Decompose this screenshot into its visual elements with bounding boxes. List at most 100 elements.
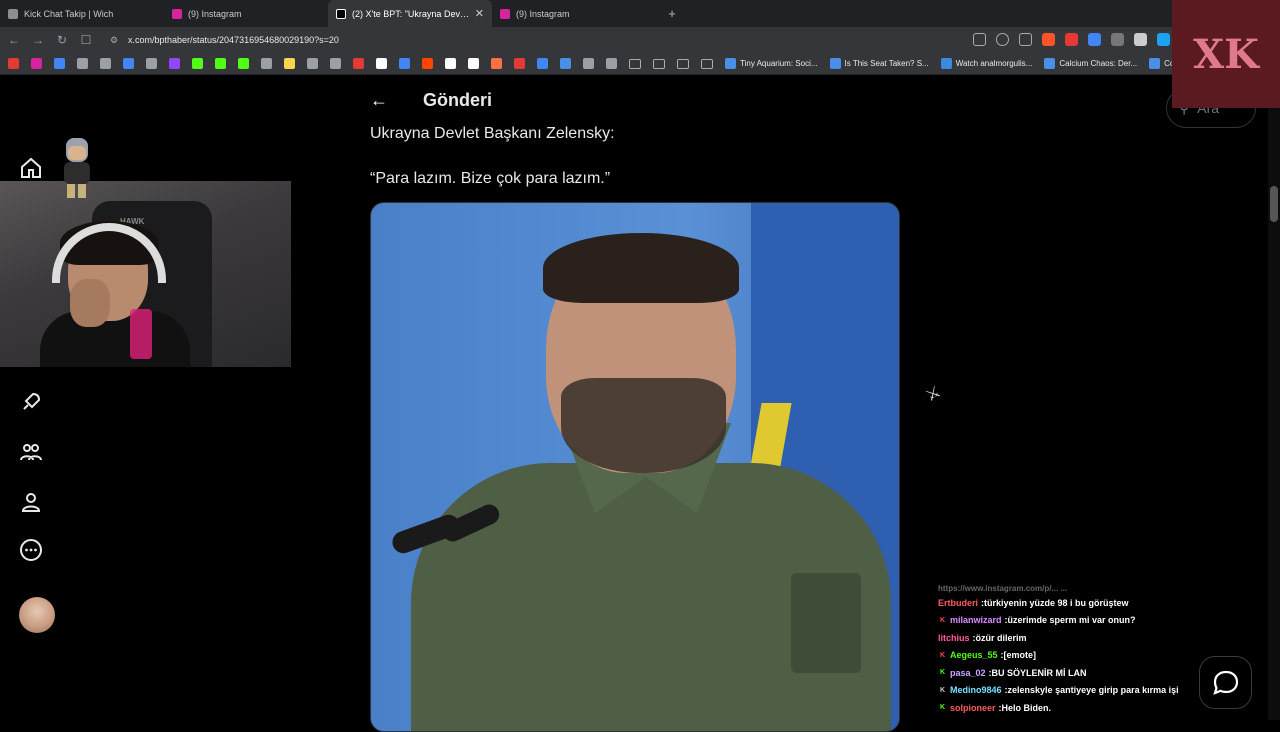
chat-username[interactable]: solpioneer [950,703,996,713]
bookmark-favicon-icon [829,58,841,69]
messages-button[interactable] [1199,656,1252,709]
streamer-webcam: HAWK [0,181,291,367]
bookmark-item[interactable]: Watch analmorgulis... [940,58,1032,69]
chat-username[interactable]: milanwizard [950,615,1002,625]
bookmark-favicon-icon[interactable] [215,58,226,69]
bookmark-item[interactable]: Calcium Chaos: Der... [1044,58,1137,69]
chat-badge-icon: K [939,616,946,624]
bookmark-favicon-icon[interactable] [422,58,433,69]
bookmark-favicon-icon[interactable] [261,58,272,69]
chat-badge-icon: K [939,669,946,677]
bookmark-favicon-icon[interactable] [238,58,249,69]
new-tab-button[interactable]: + [662,6,682,21]
bookmark-item[interactable]: Is This Seat Taken? S... [829,58,929,69]
rocket-icon[interactable] [19,390,43,414]
chat-message: Kmilanwizard: üzerimde sperm mi var onun… [938,612,1260,630]
bookmark-favicon-icon[interactable] [468,58,479,69]
bookmark-item[interactable]: Tiny Aquarium: Soci... [725,58,818,69]
brave-shield-icon[interactable] [1042,33,1055,46]
bookmark-favicon-icon[interactable] [100,58,111,69]
tab-label: (9) Instagram [516,8,570,19]
tab-close-icon[interactable]: ✕ [475,7,484,20]
bookmark-favicon-icon[interactable] [31,58,42,69]
shirt-pocket [791,573,861,673]
bookmark-favicon-icon[interactable] [376,58,387,69]
back-icon[interactable]: ← [4,33,24,47]
bookmark-favicon-icon[interactable] [399,58,410,69]
extension-icon[interactable] [1065,33,1078,46]
tab-favicon-icon [336,8,346,19]
chat-username[interactable]: Aegeus_55 [950,650,998,660]
forward-icon[interactable]: → [28,33,48,47]
chat-truncated-line: https://www.instagram.com/p/... ... [938,584,1068,593]
tab-label: (9) Instagram [188,8,242,19]
home-icon[interactable] [19,156,43,180]
chat-text: üzerimde sperm mi var onun? [1007,615,1136,626]
tab-favicon-icon [172,8,182,19]
bookmark-folder-icon[interactable] [629,58,641,69]
cast-icon[interactable] [973,33,986,46]
zoom-icon[interactable] [996,33,1009,46]
chat-text: türkiyenin yüzde 98 i bu görüştew [984,597,1129,608]
bookmark-folder-icon[interactable] [701,58,713,69]
chat-username[interactable]: Medino9846 [950,685,1002,695]
browser-tab[interactable]: (2) X'te BPT: "Ukrayna Devlet Baş ✕ [328,0,492,27]
post-photo[interactable] [370,202,900,732]
bookmark-favicon-icon[interactable] [8,58,19,69]
chat-badge-icon: K [939,686,946,694]
bookmark-icon[interactable]: ☐ [76,33,96,47]
tab-label: (2) X'te BPT: "Ukrayna Devlet Baş [352,8,471,19]
bookmark-favicon-icon[interactable] [284,58,295,69]
bookmark-favicon-icon[interactable] [514,58,525,69]
bookmark-favicon-icon[interactable] [77,58,88,69]
browser-tab[interactable]: Kick Chat Takip | Wich [0,0,164,27]
url-text: x.com/bpthaber/status/204731695468002919… [128,35,339,45]
browser-tab[interactable]: (9) Instagram [492,0,656,27]
bookmark-favicon-icon[interactable] [54,58,65,69]
bookmark-favicon-icon[interactable] [537,58,548,69]
led-light [130,309,152,359]
extension-icon[interactable] [1157,33,1170,46]
extension-icon[interactable] [1111,33,1124,46]
toolbar-extensions [973,33,1170,46]
chat-username[interactable]: litchius [938,633,970,643]
bookmark-folder-icon[interactable] [677,58,689,69]
chat-username[interactable]: pasa_02 [950,668,986,678]
address-toolbar: ← → ↻ ☐ ⚙ x.com/bpthaber/status/20473169… [0,27,1280,53]
bookmark-favicon-icon[interactable] [330,58,341,69]
back-arrow-icon[interactable]: ← [370,90,390,111]
bookmark-favicon-icon[interactable] [491,58,502,69]
bookmarks-bar: Tiny Aquarium: Soci... Is This Seat Taken… [0,53,1280,75]
bookmark-favicon-icon[interactable] [583,58,594,69]
account-avatar[interactable] [19,597,55,633]
url-field[interactable]: ⚙ x.com/bpthaber/status/2047316954680029… [110,35,339,45]
bookmark-favicon-icon[interactable] [606,58,617,69]
bookmark-favicon-icon[interactable] [192,58,203,69]
page-scrollbar[interactable] [1268,76,1280,720]
extension-icon[interactable] [1088,33,1101,46]
bookmark-favicon-icon[interactable] [307,58,318,69]
share-icon[interactable] [1019,33,1032,46]
profile-icon[interactable] [19,490,43,514]
site-settings-icon[interactable]: ⚙ [110,35,120,45]
bookmark-favicon-icon[interactable] [169,58,180,69]
chat-badge-icon: K [939,651,946,659]
chat-username[interactable]: Ertbuderi [938,598,978,608]
chat-text: özür dilerim [975,632,1027,643]
bookmark-label: Tiny Aquarium: Soci... [740,59,818,68]
extension-icon[interactable] [1134,33,1147,46]
reload-icon[interactable]: ↻ [52,33,72,47]
communities-icon[interactable] [19,440,43,464]
bookmark-favicon-icon[interactable] [353,58,364,69]
bookmark-favicon-icon[interactable] [560,58,571,69]
bookmark-favicon-icon[interactable] [445,58,456,69]
more-icon[interactable] [19,538,43,562]
bookmark-favicon-icon[interactable] [123,58,134,69]
bookmark-folder-icon[interactable] [653,58,665,69]
post-text-line2: “Para lazım. Bize çok para lazım.” [370,170,611,187]
chat-text: BU SÖYLENİR Mİ LAN [991,667,1087,678]
scrollbar-thumb[interactable] [1270,186,1278,222]
bookmark-favicon-icon[interactable] [146,58,157,69]
browser-tab[interactable]: (9) Instagram [164,0,328,27]
photo-person-beard [561,378,726,473]
